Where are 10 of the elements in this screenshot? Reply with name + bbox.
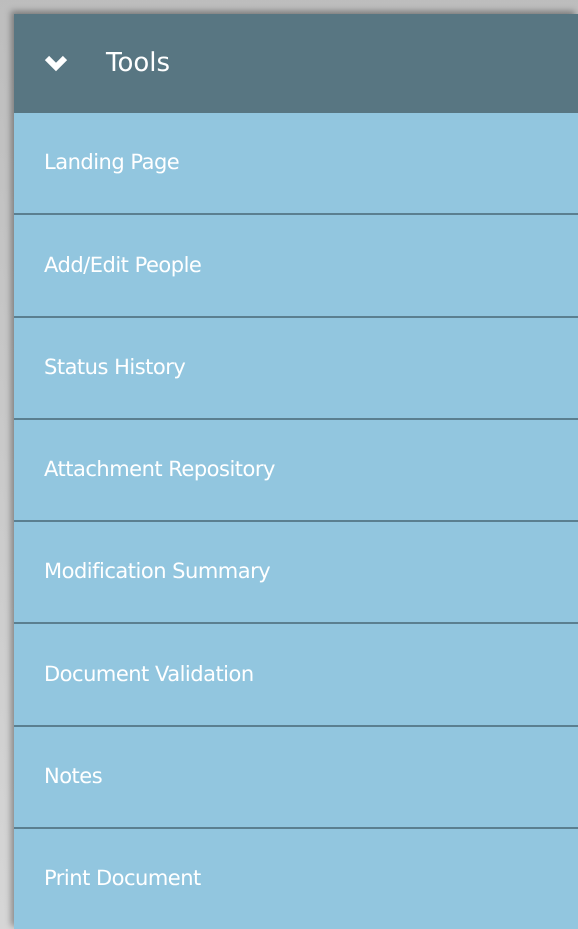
menu-item[interactable]: Add/Edit People (14, 213, 578, 316)
panel-header[interactable]: Tools (14, 14, 578, 113)
menu-item[interactable]: Print Document (14, 826, 578, 929)
menu-item[interactable]: Attachment Repository (14, 418, 578, 520)
menu-item[interactable]: Modification Summary (14, 520, 578, 622)
menu-item[interactable]: Landing Page (14, 113, 578, 214)
menu-item[interactable]: Status History (14, 316, 578, 418)
menu-item[interactable]: Notes (14, 724, 578, 827)
chevron-down-icon (44, 54, 68, 72)
menu-item[interactable]: Document Validation (14, 622, 578, 724)
